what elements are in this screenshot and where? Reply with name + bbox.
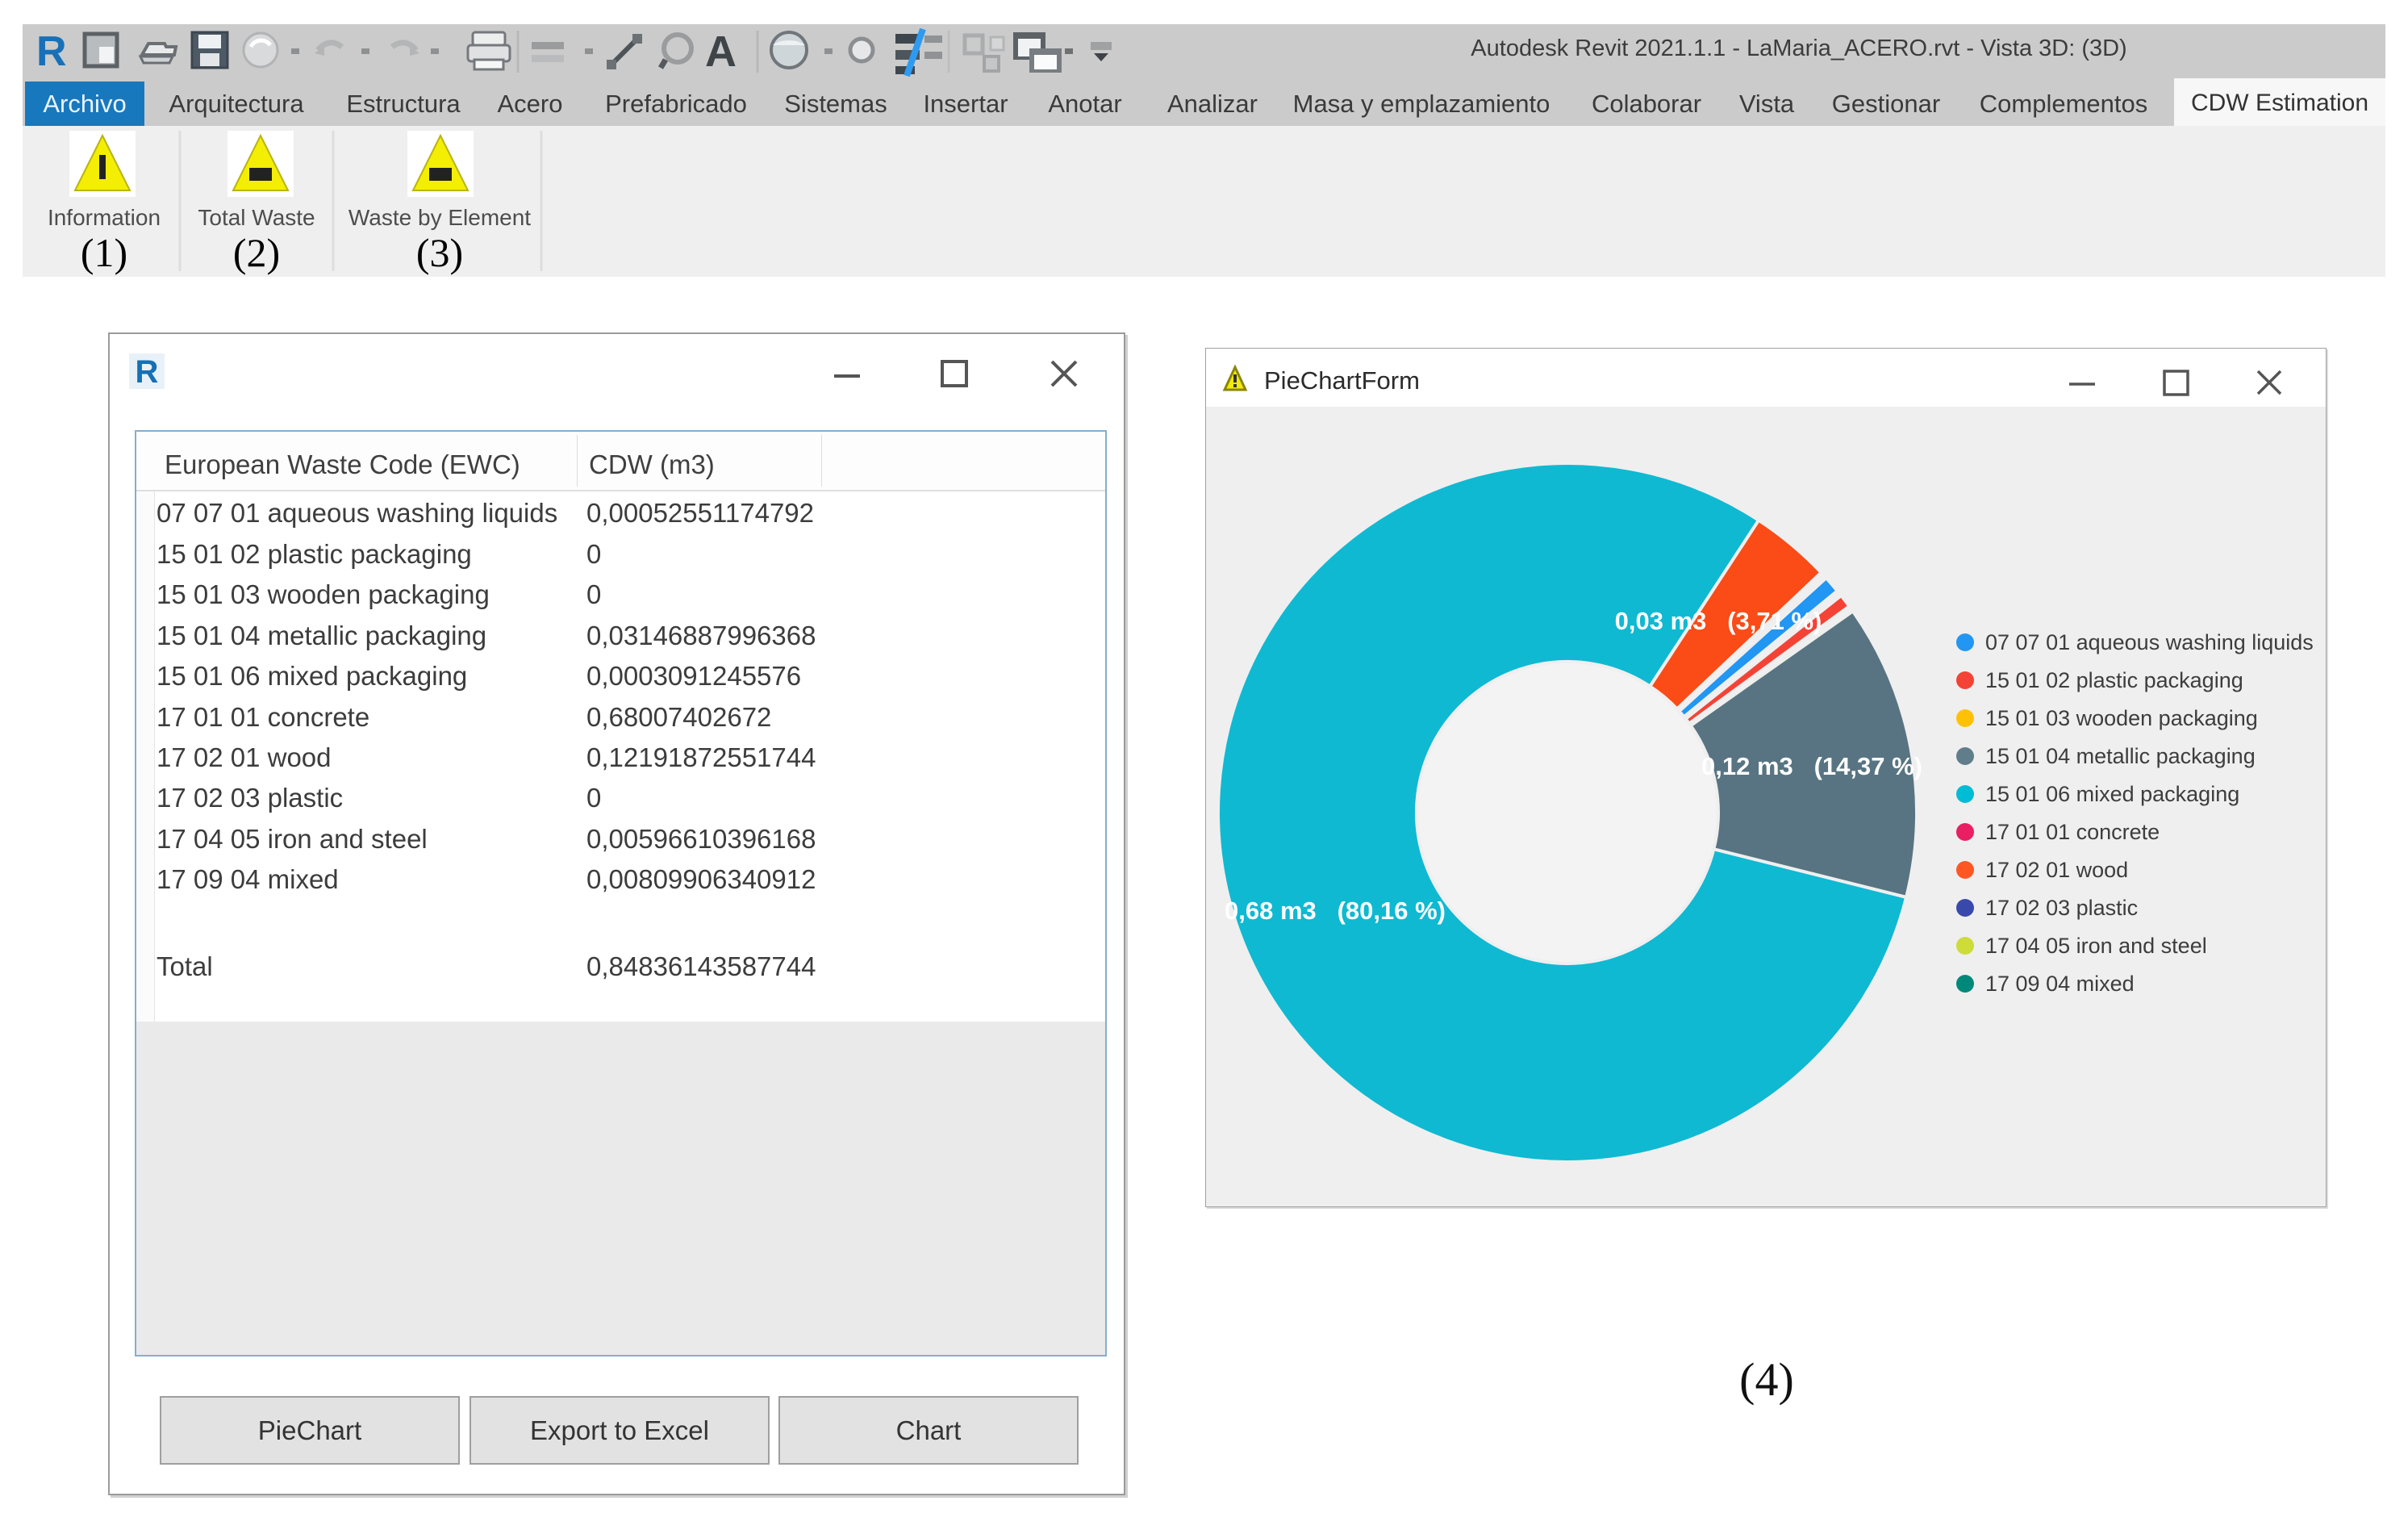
svg-text:(2): (2) <box>233 230 280 275</box>
svg-text:0,68 m3 (80,16 %): 0,68 m3 (80,16 %) <box>1225 897 1446 925</box>
svg-text:A: A <box>705 27 737 76</box>
svg-text:0,03 m3 (3,71 %): 0,03 m3 (3,71 %) <box>1615 607 1822 635</box>
svg-text:R: R <box>36 28 67 75</box>
svg-text:15 01 04 metallic packaging: 15 01 04 metallic packaging <box>1985 744 2256 768</box>
svg-text:(3): (3) <box>416 230 463 275</box>
svg-text:15 01 02 plastic packaging: 15 01 02 plastic packaging <box>1985 668 2243 692</box>
svg-text:17 02 01 wood: 17 02 01 wood <box>1985 858 2128 882</box>
svg-text:0,12 m3 (14,37 %): 0,12 m3 (14,37 %) <box>1701 752 1922 780</box>
svg-text:07 07 01 aqueous washing liqui: 07 07 01 aqueous washing liquids <box>1985 630 2314 654</box>
svg-text:Information: Information <box>48 205 161 230</box>
svg-text:17 01 01 concrete: 17 01 01 concrete <box>1985 820 2160 844</box>
svg-text:15 01 06 mixed packaging: 15 01 06 mixed packaging <box>1985 782 2239 806</box>
svg-text:Total Waste: Total Waste <box>198 205 315 230</box>
svg-text:17 02 03 plastic: 17 02 03 plastic <box>1985 896 2138 920</box>
svg-text:(1): (1) <box>81 230 127 275</box>
svg-text:17 04 05 iron and steel: 17 04 05 iron and steel <box>1985 934 2207 958</box>
svg-text:17 09 04 mixed: 17 09 04 mixed <box>1985 972 2135 996</box>
svg-text:Waste by Element: Waste by Element <box>348 205 531 230</box>
svg-text:15 01 03 wooden packaging: 15 01 03 wooden packaging <box>1985 706 2258 730</box>
